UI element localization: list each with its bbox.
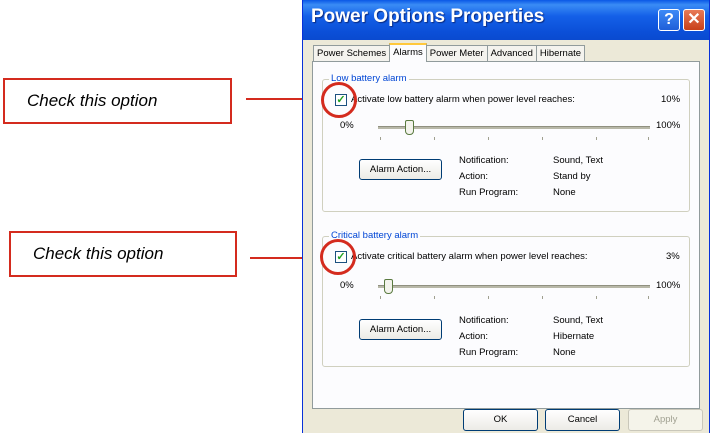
slider-tick [488,137,489,140]
critical-battery-slider-thumb[interactable] [384,279,393,294]
notification-value: Sound, Text [553,315,604,326]
close-button[interactable]: ✕ [683,9,705,31]
slider-max-label: 100% [656,280,681,291]
tab-hibernate[interactable]: Hibernate [535,45,586,61]
slider-tick [596,137,597,140]
slider-tick [380,137,381,140]
run-program-value: None [553,347,576,358]
power-options-dialog: Power Options Properties ? ✕ Power Schem… [302,0,710,433]
title-bar[interactable]: Power Options Properties ? ✕ [303,0,709,40]
ok-button[interactable]: OK [463,409,538,431]
window-title: Power Options Properties [311,6,545,27]
critical-battery-group: Critical battery alarm ✓ Activate critic… [322,230,690,367]
critical-battery-slider-track[interactable] [378,285,650,288]
critical-battery-level: 3% [666,251,680,262]
low-battery-slider-track[interactable] [378,126,650,129]
slider-tick [380,296,381,299]
callout-text: Check this option [27,91,158,110]
highlight-ring [320,239,356,275]
critical-battery-alarm-action-button[interactable]: Alarm Action... [359,319,442,340]
tab-strip: Power Schemes Alarms Power Meter Advance… [313,43,586,62]
callout-text: Check this option [33,244,164,263]
slider-min-label: 0% [340,280,354,291]
low-battery-group: Low battery alarm ✓ Activate low battery… [322,73,690,212]
callout-low-battery: Check this option [3,78,232,124]
tab-alarms[interactable]: Alarms [389,43,427,62]
cancel-button[interactable]: Cancel [545,409,620,431]
slider-min-label: 0% [340,120,354,131]
tab-power-meter[interactable]: Power Meter [425,45,488,61]
notification-label: Notification: [459,155,509,166]
tab-advanced[interactable]: Advanced [486,45,537,61]
tab-power-schemes[interactable]: Power Schemes [313,45,391,61]
slider-tick [488,296,489,299]
highlight-ring [321,82,357,118]
low-battery-alarm-action-button[interactable]: Alarm Action... [359,159,442,180]
low-battery-level: 10% [661,94,681,105]
low-battery-checkbox-label: Activate low battery alarm when power le… [351,94,575,105]
apply-button[interactable]: Apply [628,409,703,431]
action-label: Action: [459,331,489,342]
critical-battery-checkbox-label: Activate critical battery alarm when pow… [351,251,588,262]
run-program-value: None [553,187,576,198]
slider-tick [542,137,543,140]
help-button[interactable]: ? [658,9,680,31]
slider-max-label: 100% [656,120,681,131]
notification-label: Notification: [459,315,509,326]
action-value: Stand by [553,171,591,182]
slider-tick [434,137,435,140]
action-label: Action: [459,171,489,182]
slider-tick [648,137,649,140]
slider-tick [434,296,435,299]
slider-tick [596,296,597,299]
low-battery-slider-thumb[interactable] [405,120,414,135]
slider-tick [648,296,649,299]
action-value: Hibernate [553,331,595,342]
callout-critical-battery: Check this option [9,231,237,277]
notification-value: Sound, Text [553,155,604,166]
slider-tick [542,296,543,299]
alarms-panel: Low battery alarm ✓ Activate low battery… [312,61,700,409]
run-program-label: Run Program: [459,187,519,198]
run-program-label: Run Program: [459,347,519,358]
